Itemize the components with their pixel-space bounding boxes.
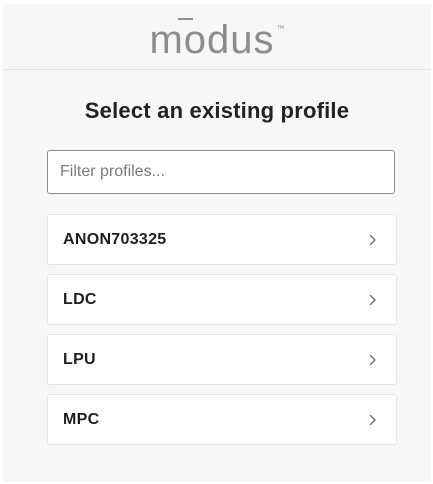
profile-item-label: LPU [63,350,96,368]
logo-macron [178,17,194,20]
profile-item-mpc[interactable]: MPC [47,394,397,445]
profile-item-label: LDC [63,290,97,308]
page-title: Select an existing profile [84,98,350,123]
filter-profiles-input[interactable] [47,150,395,194]
profile-item-ldc[interactable]: LDC [47,274,397,325]
header: modus ™ [3,4,431,70]
chevron-right-icon [368,414,378,426]
profile-item-label: ANON703325 [63,230,167,248]
profile-selector-panel: modus ™ Select an existing profile ANON7… [3,4,431,482]
chevron-right-icon [368,294,378,306]
profile-item-label: MPC [63,410,100,428]
logo-trademark: ™ [276,23,285,33]
chevron-right-icon [368,234,378,246]
logo-text: modus [149,17,275,62]
profile-item-lpu[interactable]: LPU [47,334,397,385]
chevron-right-icon [368,354,378,366]
profile-list: ANON703325 LDC LPU MPC [47,214,397,454]
modus-logo: modus ™ [149,17,285,62]
profile-item-anon703325[interactable]: ANON703325 [47,214,397,265]
